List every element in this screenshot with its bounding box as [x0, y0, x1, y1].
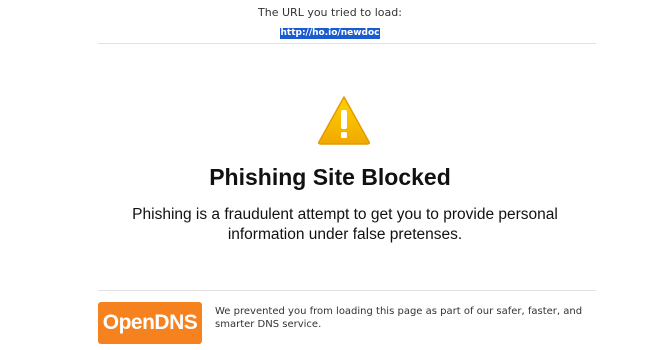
page-title: Phishing Site Blocked [209, 164, 451, 190]
warning-triangle-icon [318, 96, 370, 145]
blocked-url-link[interactable]: http://ho.io/newdoc [279, 28, 381, 39]
url-caption: The URL you tried to load: [258, 6, 402, 19]
bottom-divider [98, 290, 596, 291]
top-divider [98, 43, 596, 44]
blocked-url-block: The URL you tried to load: http://ho.io/… [0, 6, 660, 39]
footer-note: We prevented you from loading this page … [215, 306, 583, 330]
phishing-explanation: Phishing is a fraudulent attempt to get … [132, 206, 558, 243]
logo-text: OpenDNS [102, 311, 198, 334]
blocked-page: The URL you tried to load: http://ho.io/… [0, 0, 660, 350]
opendns-logo[interactable]: OpenDNS [98, 302, 202, 344]
